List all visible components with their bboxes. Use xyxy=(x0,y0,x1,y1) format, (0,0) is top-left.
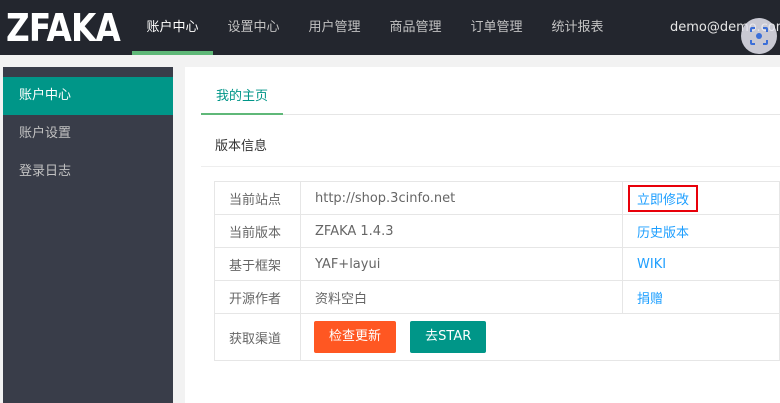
section-title: 版本信息 xyxy=(201,127,780,167)
row-label: 开源作者 xyxy=(214,280,301,314)
table-row: 当前站点 http://shop.3cinfo.net 立即修改 xyxy=(214,181,780,215)
topnav-item-account-center[interactable]: 账户中心 xyxy=(132,0,213,55)
modify-now-link[interactable]: 立即修改 xyxy=(637,193,689,208)
topnav-item-settings-center[interactable]: 设置中心 xyxy=(213,0,294,55)
tab-my-homepage[interactable]: 我的主页 xyxy=(201,79,283,115)
table-row: 获取渠道 检查更新 去STAR xyxy=(214,313,780,361)
top-header: ZFAKA 账户中心 设置中心 用户管理 商品管理 订单管理 统计报表 demo… xyxy=(0,0,780,55)
table-row: 开源作者 资料空白 捐赠 xyxy=(214,280,780,314)
donate-link[interactable]: 捐赠 xyxy=(637,292,663,307)
row-value: http://shop.3cinfo.net xyxy=(300,181,623,215)
sidebar-item-account-center[interactable]: 账户中心 xyxy=(3,77,173,115)
history-versions-link[interactable]: 历史版本 xyxy=(637,226,689,241)
table-row: 基于框架 YAF+layui WIKI xyxy=(214,247,780,281)
row-value: ZFAKA 1.4.3 xyxy=(300,214,623,248)
sidebar-item-login-log[interactable]: 登录日志 xyxy=(3,153,173,191)
main-card: 我的主页 版本信息 当前站点 http://shop.3cinfo.net 立即… xyxy=(185,67,780,403)
table-row: 当前版本 ZFAKA 1.4.3 历史版本 xyxy=(214,214,780,248)
check-update-button[interactable]: 检查更新 xyxy=(314,321,397,353)
wiki-link[interactable]: WIKI xyxy=(637,257,666,272)
row-action: 历史版本 xyxy=(622,214,780,248)
sidebar-item-account-settings[interactable]: 账户设置 xyxy=(3,115,173,153)
tab-bar: 我的主页 xyxy=(201,79,780,115)
topnav-item-product-management[interactable]: 商品管理 xyxy=(375,0,456,55)
star-button[interactable]: 去STAR xyxy=(410,321,487,353)
topnav-item-user-management[interactable]: 用户管理 xyxy=(294,0,375,55)
row-action: 立即修改 xyxy=(622,181,780,215)
top-nav: 账户中心 设置中心 用户管理 商品管理 订单管理 统计报表 xyxy=(132,0,618,55)
scan-lens-icon[interactable] xyxy=(741,18,777,54)
version-info-table: 当前站点 http://shop.3cinfo.net 立即修改 当前版本 ZF… xyxy=(214,181,780,361)
topnav-item-order-management[interactable]: 订单管理 xyxy=(456,0,537,55)
row-action: WIKI xyxy=(622,247,780,281)
highlight-box: 立即修改 xyxy=(628,184,699,212)
sidebar: 账户中心 账户设置 登录日志 xyxy=(3,67,173,403)
topnav-item-statistics[interactable]: 统计报表 xyxy=(537,0,618,55)
row-label: 当前版本 xyxy=(214,214,301,248)
row-action: 捐赠 xyxy=(622,280,780,314)
row-buttons: 检查更新 去STAR xyxy=(300,313,780,361)
row-label: 基于框架 xyxy=(214,247,301,281)
row-value: YAF+layui xyxy=(300,247,623,281)
row-value: 资料空白 xyxy=(300,280,623,314)
app-logo[interactable]: ZFAKA xyxy=(6,6,121,50)
row-label: 当前站点 xyxy=(214,181,301,215)
row-label: 获取渠道 xyxy=(214,313,301,361)
